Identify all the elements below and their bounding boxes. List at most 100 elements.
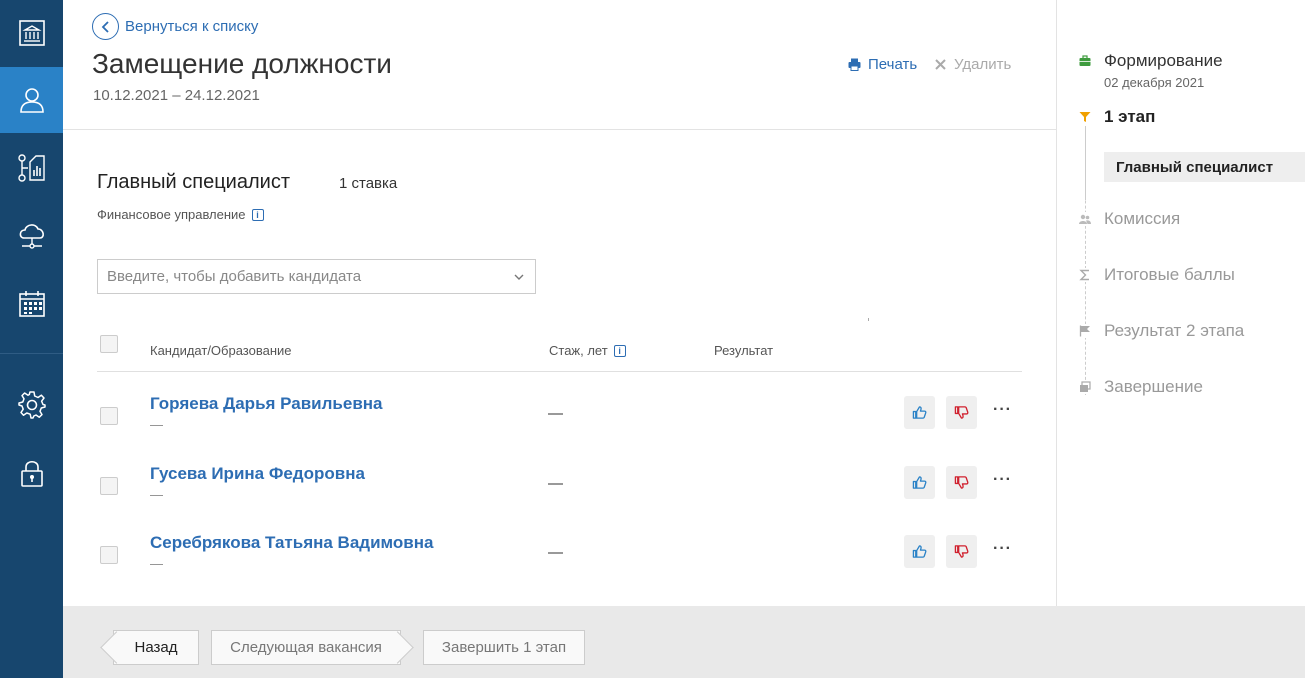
nav-user-item[interactable] [0, 67, 63, 133]
next-vacancy-label: Следующая вакансия [230, 639, 382, 656]
back-circle-icon [92, 13, 119, 40]
nav-cloud-item[interactable] [0, 201, 63, 267]
chevron-left-icon [101, 20, 109, 33]
more-actions-button[interactable]: ··· [993, 401, 1012, 419]
page-title: Замещение должности [92, 48, 392, 79]
step-finish[interactable]: Завершение [1078, 377, 1203, 397]
info-icon[interactable]: i [613, 344, 626, 357]
thumbs-down-icon [954, 476, 969, 489]
vacancy-rate: 1 ставка [339, 175, 398, 192]
steps-connector-active [1085, 126, 1086, 200]
building-icon [18, 20, 45, 46]
candidate-experience: — [548, 544, 563, 561]
candidate-experience: — [548, 405, 563, 422]
reject-button[interactable] [946, 396, 977, 429]
nav-calendar-item[interactable] [0, 271, 63, 337]
step-formation[interactable]: Формирование [1078, 51, 1223, 71]
column-result-label: Результат [714, 343, 774, 358]
column-header-result: Результат [714, 343, 773, 358]
step-commission[interactable]: Комиссия [1078, 209, 1180, 229]
header-divider [63, 129, 1056, 130]
back-to-list-link[interactable]: Вернуться к списку [92, 13, 258, 40]
step-formation-label: Формирование [1104, 51, 1223, 70]
row-checkbox[interactable] [100, 546, 118, 564]
back-button-label: Назад [134, 639, 178, 656]
chevron-down-icon [514, 274, 524, 280]
candidate-education: — [150, 556, 163, 571]
approve-button[interactable] [904, 535, 935, 568]
finish-stage-label: Завершить 1 этап [441, 639, 567, 656]
bottom-action-bar: Назад Следующая вакансия Завершить 1 эта… [63, 606, 1305, 678]
arrow-left-shape [100, 631, 133, 664]
column-candidate-label: Кандидат/Образование [150, 343, 292, 358]
step-stage1-active-item[interactable]: Главный специалист [1104, 152, 1305, 182]
flag-icon [1079, 325, 1090, 337]
nav-separator [0, 353, 63, 354]
step-finish-label: Завершение [1104, 377, 1203, 396]
print-button[interactable]: Печать [848, 56, 917, 73]
printer-icon [848, 58, 861, 71]
step-formation-date: 02 декабря 2021 [1104, 75, 1205, 90]
next-vacancy-button[interactable]: Следующая вакансия [211, 630, 414, 665]
candidate-education: — [150, 417, 163, 432]
step-total-scores[interactable]: Итоговые баллы [1078, 265, 1235, 285]
back-button[interactable]: Назад [100, 630, 199, 665]
nav-building-item[interactable] [0, 0, 63, 66]
nav-workflow-item[interactable] [0, 135, 63, 201]
more-actions-button[interactable]: ··· [993, 540, 1012, 558]
back-to-list-label: Вернуться к списку [125, 18, 259, 35]
reject-button[interactable] [946, 466, 977, 499]
select-all-checkbox[interactable] [100, 335, 118, 353]
print-label: Печать [868, 56, 918, 73]
step-stage2-result-label: Результат 2 этапа [1104, 321, 1245, 340]
workflow-chart-icon [17, 154, 45, 182]
column-header-experience: Стаж, лет i [549, 343, 626, 358]
panel-divider [1056, 0, 1057, 606]
decorative-tick [868, 318, 869, 321]
stack-icon [1080, 381, 1091, 392]
table-row: Серебрякова Татьяна Вадимовна — — ··· [0, 518, 1056, 588]
finish-stage-button[interactable]: Завершить 1 этап [423, 630, 585, 665]
approve-button[interactable] [904, 466, 935, 499]
more-actions-button[interactable]: ··· [993, 471, 1012, 489]
close-icon [935, 59, 946, 70]
page-dates: 10.12.2021 – 24.12.2021 [93, 87, 260, 104]
department-label: Финансовое управление [97, 207, 246, 222]
add-candidate-placeholder: Введите, чтобы добавить кандидата [107, 268, 362, 285]
delete-label: Удалить [954, 56, 1012, 73]
table-header-divider [97, 371, 1022, 372]
table-row: Горяева Дарья Равильевна — — ··· [0, 379, 1056, 449]
sigma-icon [1079, 269, 1089, 281]
briefcase-icon [1079, 55, 1091, 66]
thumbs-down-icon [954, 545, 969, 558]
approve-button[interactable] [904, 396, 935, 429]
cloud-network-icon [19, 224, 44, 249]
delete-button[interactable]: Удалить [934, 56, 1011, 73]
add-candidate-select[interactable]: Введите, чтобы добавить кандидата [97, 259, 536, 294]
candidate-name-link[interactable]: Серебрякова Татьяна Вадимовна [150, 533, 433, 553]
step-stage1-label: 1 этап [1104, 107, 1156, 126]
candidate-education: — [150, 487, 163, 502]
row-checkbox[interactable] [100, 477, 118, 495]
candidate-experience: — [548, 475, 563, 492]
thumbs-up-icon [912, 406, 927, 419]
step-commission-label: Комиссия [1104, 209, 1181, 228]
column-experience-label: Стаж, лет [549, 343, 608, 358]
thumbs-down-icon [954, 406, 969, 419]
step-stage1[interactable]: 1 этап [1078, 107, 1155, 127]
vacancy-department: Финансовое управление i [97, 207, 264, 222]
thumbs-up-icon [912, 545, 927, 558]
user-icon [19, 88, 44, 113]
reject-button[interactable] [946, 535, 977, 568]
candidate-name-link[interactable]: Гусева Ирина Федоровна [150, 464, 365, 484]
filter-icon [1079, 112, 1091, 122]
row-checkbox[interactable] [100, 407, 118, 425]
table-row: Гусева Ирина Федоровна — — ··· [0, 449, 1056, 519]
column-header-candidate: Кандидат/Образование [150, 343, 292, 358]
candidate-name-link[interactable]: Горяева Дарья Равильевна [150, 394, 383, 414]
calendar-icon [18, 291, 45, 317]
step-total-scores-label: Итоговые баллы [1104, 265, 1235, 284]
info-icon[interactable]: i [251, 208, 264, 221]
step-stage2-result[interactable]: Результат 2 этапа [1078, 321, 1244, 341]
thumbs-up-icon [912, 476, 927, 489]
